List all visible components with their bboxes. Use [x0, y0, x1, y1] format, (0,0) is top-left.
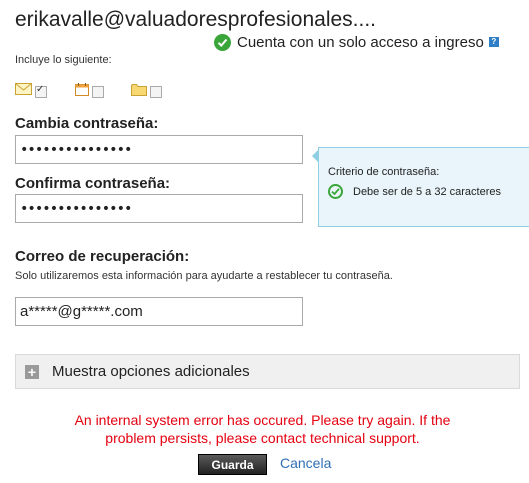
more-options-toggle[interactable]: + Muestra opciones adicionales — [15, 354, 520, 389]
include-label: Incluye lo siguiente: — [15, 54, 112, 66]
recovery-email-hint: Solo utilizaremos esta información para … — [15, 270, 393, 282]
confirm-password-value: ••••••••••••••• — [20, 200, 132, 217]
single-access-label: Cuenta con un solo acceso a ingreso — [237, 33, 484, 51]
tooltip-title: Criterio de contraseña: — [328, 166, 440, 178]
cancel-link[interactable]: Cancela — [280, 455, 331, 471]
single-access-status: Cuenta con un solo acceso a ingreso ? — [214, 31, 499, 53]
recovery-email-label: Correo de recuperación: — [15, 248, 190, 265]
check-circle-icon — [214, 33, 231, 51]
recovery-email-value: a*****@g*****.com — [20, 303, 143, 320]
change-password-label: Cambia contraseña: — [15, 115, 159, 132]
tooltip-rule: Debe ser de 5 a 32 caracteres — [328, 184, 501, 199]
confirm-password-label: Confirma contraseña: — [15, 175, 171, 192]
folder-icon — [131, 83, 147, 96]
save-button[interactable]: Guarda — [198, 454, 267, 475]
change-password-value: ••••••••••••••• — [20, 141, 132, 158]
error-message-line: problem persists, please contact technic… — [105, 430, 420, 446]
plus-icon: + — [25, 364, 39, 379]
calendar-checkbox[interactable] — [92, 86, 104, 98]
tooltip-rule-text: Debe ser de 5 a 32 caracteres — [353, 185, 501, 198]
recovery-email-input[interactable]: a*****@g*****.com — [15, 297, 303, 326]
mail-icon — [15, 83, 32, 95]
error-message-line: An internal system error has occured. Pl… — [74, 412, 451, 428]
check-circle-icon — [328, 184, 343, 199]
include-calendar-option[interactable] — [75, 80, 104, 98]
account-email-title: erikavalle@valuadoresprofesionales.... — [15, 8, 377, 31]
error-message: An internal system error has occured. Pl… — [30, 411, 495, 447]
include-mail-option[interactable] — [15, 80, 47, 98]
more-options-label: Muestra opciones adicionales — [52, 363, 250, 380]
confirm-password-input[interactable]: ••••••••••••••• — [15, 194, 303, 223]
help-icon[interactable]: ? — [488, 37, 499, 47]
calendar-icon — [75, 82, 89, 96]
folder-checkbox[interactable] — [150, 86, 162, 98]
mail-checkbox[interactable] — [35, 84, 47, 98]
include-folder-option[interactable] — [131, 80, 162, 98]
change-password-input[interactable]: ••••••••••••••• — [15, 135, 303, 164]
